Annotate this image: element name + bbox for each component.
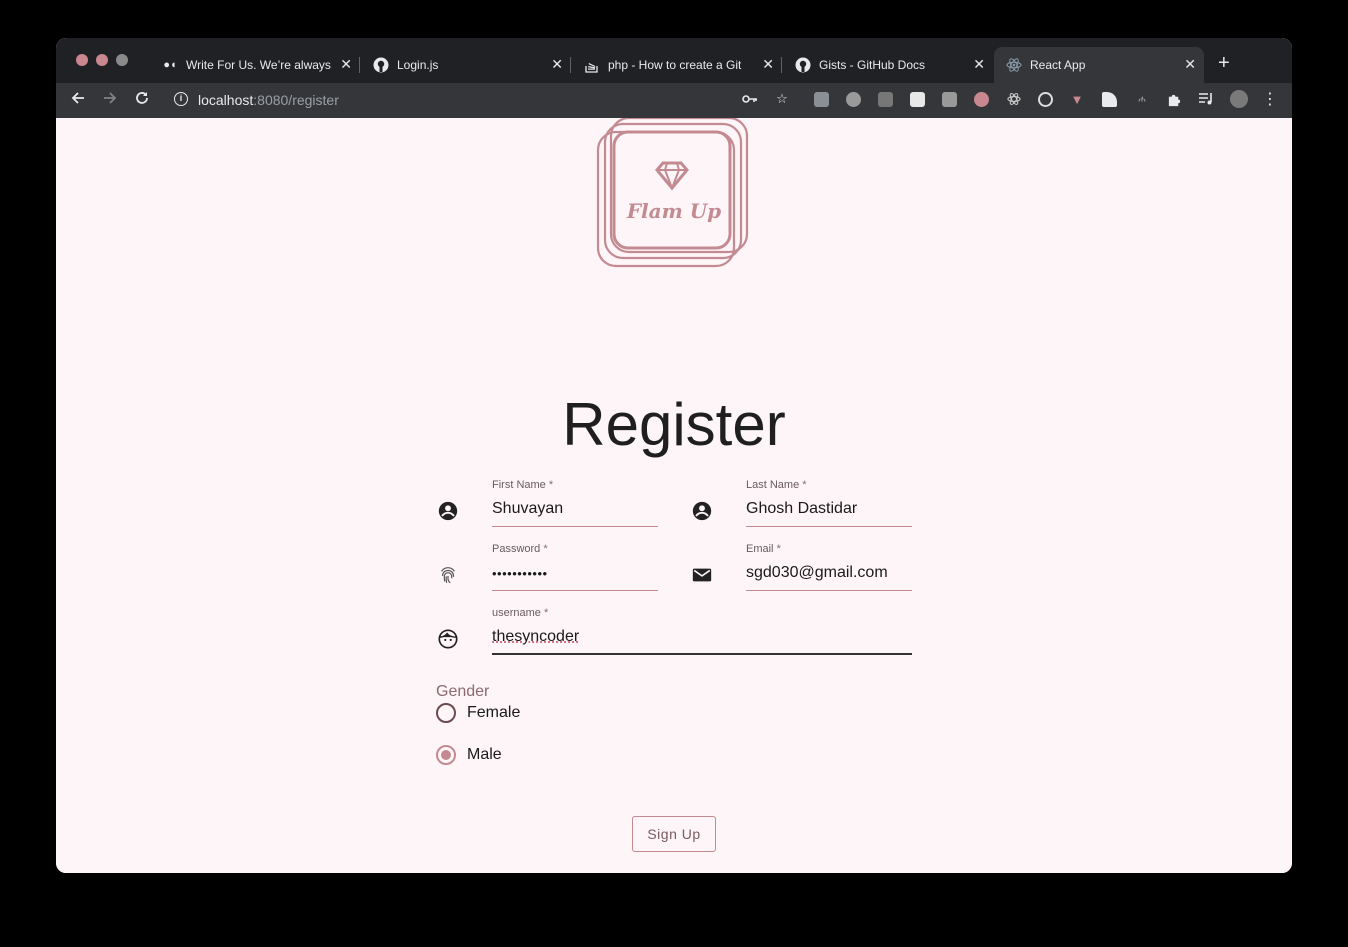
tab-react-app[interactable]: React App ✕: [994, 47, 1204, 83]
address-bar[interactable]: i localhost:8080/register: [166, 87, 786, 114]
vue-devtools-icon[interactable]: ▼: [1069, 91, 1085, 107]
people-extension-icon[interactable]: ሐ: [1134, 91, 1150, 107]
minimize-window-button[interactable]: [96, 54, 108, 66]
last-name-input[interactable]: Ghosh Dastidar: [746, 500, 857, 518]
maximize-window-button[interactable]: [116, 54, 128, 66]
browser-toolbar: i localhost:8080/register ☆ ▼ ሐ ⋮: [56, 83, 1292, 118]
wave-extension-icon[interactable]: [1102, 92, 1117, 107]
tab-medium[interactable]: ●◖ Write For Us. We’re always ✕: [150, 47, 360, 83]
medium-icon: ●◖: [163, 59, 177, 71]
info-icon[interactable]: i: [174, 92, 188, 106]
target-extension-icon[interactable]: [1038, 92, 1053, 107]
first-name-field[interactable]: First Name * Shuvayan: [492, 479, 658, 527]
email-input[interactable]: sgd030@gmail.com: [746, 564, 888, 582]
page-content: Flam Up Register First Name * Shuvayan L…: [56, 116, 1292, 873]
username-field[interactable]: username * thesyncoder: [492, 607, 912, 655]
stackoverflow-icon: [584, 57, 600, 73]
logo-text: Flam Up: [626, 199, 722, 223]
username-input[interactable]: thesyncoder: [492, 628, 579, 646]
puzzle-icon[interactable]: [1166, 91, 1182, 107]
gender-label: Gender: [436, 683, 490, 700]
browser-window: ●◖ Write For Us. We’re always ✕ Login.js…: [56, 38, 1292, 873]
github-icon: [373, 57, 389, 73]
account-circle-icon: [437, 500, 459, 522]
female-radio[interactable]: [436, 703, 456, 723]
new-tab-button[interactable]: +: [1218, 52, 1230, 75]
gender-option-male[interactable]: Male: [436, 745, 502, 765]
diamond-icon: [655, 161, 689, 191]
tab-stackoverflow[interactable]: php - How to create a Git ✕: [572, 47, 782, 83]
tab-close-icon[interactable]: ✕: [551, 56, 563, 73]
browser-titlebar: ●◖ Write For Us. We’re always ✕ Login.js…: [56, 38, 1292, 83]
chart-extension-icon[interactable]: [942, 92, 957, 107]
back-icon[interactable]: [70, 90, 86, 111]
tab-close-icon[interactable]: ✕: [1184, 56, 1196, 73]
password-field[interactable]: Password * •••••••••••: [492, 543, 658, 591]
tab-close-icon[interactable]: ✕: [973, 56, 985, 73]
password-input[interactable]: •••••••••••: [492, 566, 548, 581]
github-icon: [795, 57, 811, 73]
kebab-menu-icon[interactable]: ⋮: [1262, 91, 1278, 108]
close-window-button[interactable]: [76, 54, 88, 66]
email-field[interactable]: Email * sgd030@gmail.com: [746, 543, 912, 591]
image-extension-icon[interactable]: [878, 92, 893, 107]
star-icon[interactable]: ☆: [774, 91, 790, 107]
react-devtools-icon[interactable]: [1006, 91, 1022, 107]
react-icon: [1006, 57, 1022, 73]
male-radio[interactable]: [436, 745, 456, 765]
mail-icon: [691, 564, 713, 586]
avatar[interactable]: [1230, 90, 1248, 108]
page-title: Register: [562, 391, 786, 458]
translate-extension-icon[interactable]: [814, 92, 829, 107]
forward-icon[interactable]: [102, 90, 118, 111]
url-text[interactable]: localhost:8080/register: [198, 92, 339, 108]
record-extension-icon[interactable]: [974, 92, 989, 107]
last-name-field[interactable]: Last Name * Ghosh Dastidar: [746, 479, 912, 527]
tab-gists[interactable]: Gists - GitHub Docs ✕: [783, 47, 993, 83]
flam-up-logo: Flam Up: [595, 116, 751, 270]
first-name-input[interactable]: Shuvayan: [492, 500, 563, 518]
tab-login-js[interactable]: Login.js ✕: [361, 47, 571, 83]
fingerprint-icon: [437, 564, 459, 586]
hand-extension-icon[interactable]: [910, 92, 925, 107]
face-icon: [437, 628, 459, 650]
tab-close-icon[interactable]: ✕: [762, 56, 774, 73]
key-icon[interactable]: [742, 91, 758, 107]
gender-option-female[interactable]: Female: [436, 703, 520, 723]
sign-up-button[interactable]: Sign Up: [632, 816, 716, 852]
account-circle-icon: [691, 500, 713, 522]
reload-icon[interactable]: [134, 90, 150, 111]
media-queue-icon[interactable]: [1198, 91, 1214, 107]
m-extension-icon[interactable]: [846, 92, 861, 107]
tab-close-icon[interactable]: ✕: [340, 56, 352, 73]
